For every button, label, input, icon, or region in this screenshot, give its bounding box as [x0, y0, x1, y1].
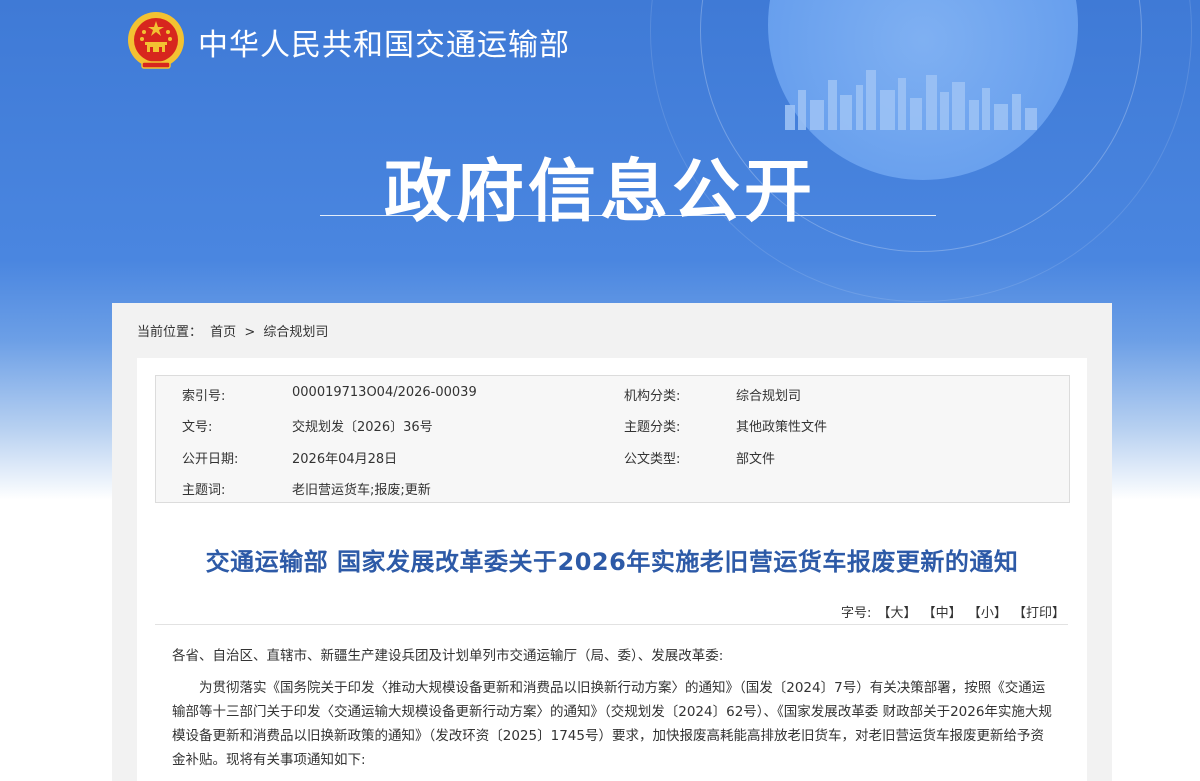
document-paragraph: 为贯彻落实《国务院关于印发〈推动大规模设备更新和消费品以旧换新行动方案〉的通知》…	[172, 680, 1052, 768]
font-size-toolbar: 字号: 【大】 【中】 【小】 【打印】	[841, 602, 1065, 621]
breadcrumb: 当前位置： 首页 > 综合规划司	[137, 321, 332, 340]
national-emblem-icon	[128, 12, 184, 69]
meta-docno-label: 文号:	[182, 420, 213, 435]
breadcrumb-prefix: 当前位置：	[137, 325, 203, 340]
font-medium-button[interactable]: 【中】	[923, 606, 962, 621]
print-button[interactable]: 【打印】	[1013, 606, 1065, 621]
site-name[interactable]: 中华人民共和国交通运输部	[198, 20, 570, 64]
meta-keywords-label: 主题词:	[182, 483, 226, 498]
meta-date-label: 公开日期:	[182, 452, 239, 467]
meta-theme-value: 其他政策性文件	[736, 420, 828, 435]
article-content: 索引号: 000019713O04/2026-00039 机构分类: 综合规划司…	[137, 358, 1087, 781]
title-divider	[155, 624, 1068, 625]
meta-date-value: 2026年04月28日	[292, 452, 398, 467]
font-large-button[interactable]: 【大】	[878, 606, 917, 621]
document-metadata-table: 索引号: 000019713O04/2026-00039 机构分类: 综合规划司…	[155, 375, 1070, 503]
breadcrumb-separator: >	[244, 325, 256, 340]
document-title: 交通运输部 国家发展改革委关于2026年实施老旧营运货车报废更新的通知	[205, 548, 1019, 576]
document-greeting: 各省、自治区、直辖市、新疆生产建设兵团及计划单列市交通运输厅（局、委）、发展改革…	[172, 648, 724, 664]
main-panel: 当前位置： 首页 > 综合规划司 索引号: 000019713O04/2026-…	[112, 303, 1112, 781]
city-skyline-image	[785, 70, 1037, 130]
font-small-button[interactable]: 【小】	[968, 606, 1007, 621]
meta-index-value: 000019713O04/2026-00039	[292, 385, 477, 400]
meta-index-label: 索引号:	[182, 389, 226, 404]
banner-divider	[320, 215, 936, 216]
meta-type-label: 公文类型:	[624, 452, 681, 467]
meta-docno-value: 交规划发〔2026〕36号	[292, 420, 433, 435]
meta-org-label: 机构分类:	[624, 389, 681, 404]
meta-theme-label: 主题分类:	[624, 420, 681, 435]
breadcrumb-home-link[interactable]: 首页	[210, 325, 236, 340]
meta-org-value: 综合规划司	[736, 389, 802, 404]
breadcrumb-department-link[interactable]: 综合规划司	[263, 325, 328, 340]
banner-title: 政府信息公开	[383, 153, 816, 232]
font-size-label: 字号:	[840, 606, 872, 621]
meta-type-value: 部文件	[736, 452, 776, 467]
meta-keywords-value: 老旧营运货车;报废;更新	[292, 483, 431, 498]
